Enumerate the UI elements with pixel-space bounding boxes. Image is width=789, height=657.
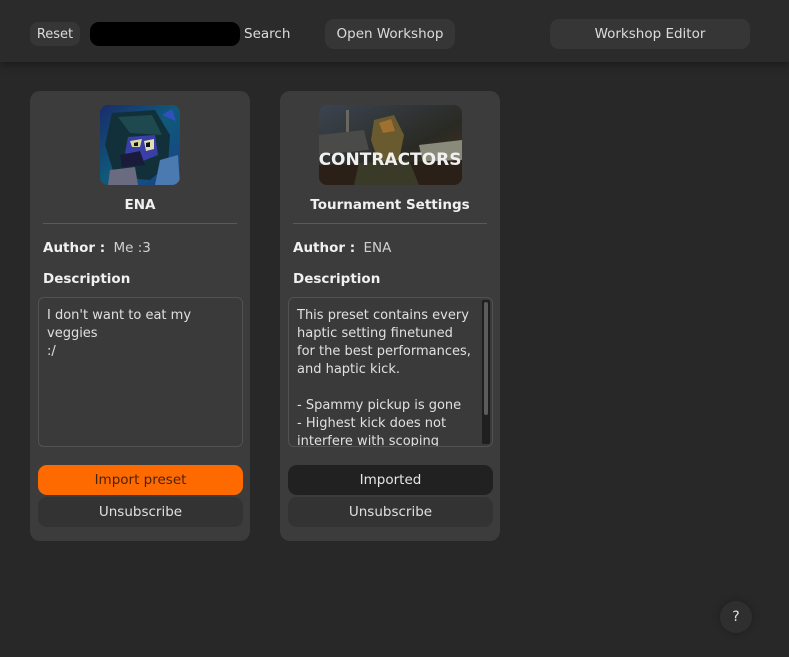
description-label: Description	[293, 271, 381, 287]
top-toolbar: Reset Search Open Workshop Workshop Edit…	[0, 0, 789, 62]
description-label: Description	[43, 271, 131, 287]
preset-title: Tournament Settings	[310, 197, 470, 213]
description-box[interactable]: This preset contains every haptic settin…	[288, 297, 493, 447]
author-row: Author : Me :3	[43, 240, 151, 256]
divider	[43, 223, 237, 224]
unsubscribe-button[interactable]: Unsubscribe	[288, 497, 493, 527]
preset-card: CONTRACTORS Tournament Settings Author :…	[280, 91, 500, 541]
author-row: Author : ENA	[293, 240, 391, 256]
author-label: Author :	[293, 240, 356, 256]
preset-title: ENA	[124, 197, 156, 213]
author-value: ENA	[363, 240, 392, 256]
search-input[interactable]	[90, 22, 240, 46]
preset-thumbnail: CONTRACTORS	[319, 105, 462, 185]
preset-card: ENA Author : Me :3 Description I don't w…	[30, 91, 250, 541]
scrollbar-thumb[interactable]	[484, 302, 488, 415]
divider	[293, 223, 487, 224]
import-preset-button[interactable]: Import preset	[38, 465, 243, 495]
ena-avatar-image	[100, 105, 180, 185]
imported-button[interactable]: Imported	[288, 465, 493, 495]
question-mark-icon: ?	[732, 609, 740, 625]
description-box[interactable]: I don't want to eat my veggies :/	[38, 297, 243, 447]
workshop-editor-button[interactable]: Workshop Editor	[550, 19, 750, 49]
reset-button[interactable]: Reset	[30, 22, 80, 46]
author-label: Author :	[43, 240, 106, 256]
help-button[interactable]: ?	[720, 601, 752, 633]
open-workshop-button[interactable]: Open Workshop	[325, 19, 455, 49]
search-label[interactable]: Search	[244, 26, 290, 42]
author-value: Me :3	[113, 240, 151, 256]
contractors-game-image: CONTRACTORS	[319, 105, 462, 185]
description-scrollbar[interactable]	[482, 300, 490, 444]
description-text: I don't want to eat my veggies :/	[47, 308, 192, 359]
preset-thumbnail	[100, 105, 180, 185]
contractors-logo-text: CONTRACTORS	[319, 150, 461, 170]
description-text: This preset contains every haptic settin…	[297, 308, 471, 447]
unsubscribe-button[interactable]: Unsubscribe	[38, 497, 243, 527]
